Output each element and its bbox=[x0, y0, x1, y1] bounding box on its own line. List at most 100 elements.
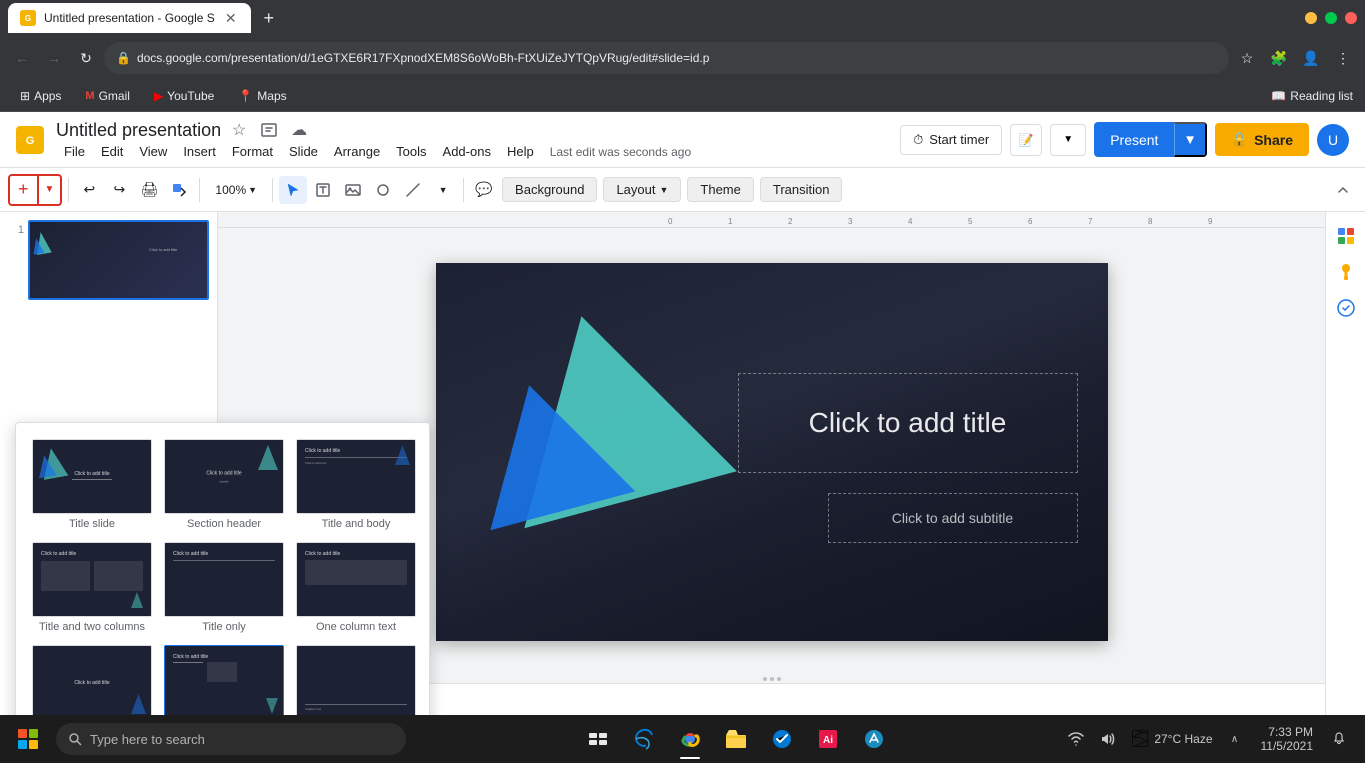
layout-thumb-caption[interactable]: Caption text bbox=[296, 645, 416, 720]
chevron-expand-icon[interactable]: ∧ bbox=[1221, 725, 1249, 753]
taskbar-app7-button[interactable] bbox=[852, 717, 896, 761]
menu-format[interactable]: Format bbox=[224, 142, 281, 161]
document-title[interactable]: Untitled presentation bbox=[56, 120, 221, 141]
extensions-button[interactable]: 🧩 bbox=[1265, 44, 1293, 72]
start-timer-button[interactable]: ⏱ Start timer bbox=[900, 125, 1002, 155]
slide-thumb-1[interactable]: Click to add title bbox=[28, 220, 209, 300]
undo-button[interactable]: ↩ bbox=[75, 176, 103, 204]
active-tab[interactable]: G Untitled presentation - Google S ✕ bbox=[8, 3, 251, 33]
layout-item-one-column[interactable]: Click to add title One column text bbox=[296, 542, 416, 633]
bookmark-apps[interactable]: ⊞ Apps bbox=[12, 85, 69, 107]
menu-help[interactable]: Help bbox=[499, 142, 542, 161]
taskbar-taskview-button[interactable] bbox=[576, 717, 620, 761]
close-button[interactable] bbox=[1345, 12, 1357, 24]
taskbar-edge-button[interactable] bbox=[622, 717, 666, 761]
taskbar-app5-button[interactable] bbox=[760, 717, 804, 761]
layout-thumb-section-title-desc[interactable]: Click to add title bbox=[164, 645, 284, 720]
profile-button[interactable]: 👤 bbox=[1297, 44, 1325, 72]
layout-thumb-title-only[interactable]: Click to add title bbox=[164, 542, 284, 617]
present-button[interactable]: Present bbox=[1094, 122, 1174, 157]
bookmark-gmail[interactable]: M Gmail bbox=[77, 85, 138, 107]
layout-item-two-columns[interactable]: Click to add title Title and two columns bbox=[32, 542, 152, 633]
cloud-save-button[interactable]: ☁ bbox=[287, 118, 311, 142]
slide-canvas[interactable]: Click to add title Click to add subtitle bbox=[436, 263, 1108, 641]
minimize-button[interactable] bbox=[1305, 12, 1317, 24]
start-button[interactable] bbox=[4, 715, 52, 763]
bookmark-maps[interactable]: 📍 Maps bbox=[230, 85, 294, 107]
forward-button[interactable]: → bbox=[40, 44, 68, 72]
keep-sidebar-button[interactable] bbox=[1330, 256, 1362, 288]
bookmark-button[interactable]: ☆ bbox=[1233, 44, 1261, 72]
explore-sidebar-button[interactable] bbox=[1330, 220, 1362, 252]
new-tab-button[interactable]: + bbox=[255, 4, 283, 32]
tasks-sidebar-button[interactable] bbox=[1330, 292, 1362, 324]
back-button[interactable]: ← bbox=[8, 44, 36, 72]
menu-file[interactable]: File bbox=[56, 142, 93, 161]
layout-item-title-only[interactable]: Click to add title Title only bbox=[164, 542, 284, 633]
menu-view[interactable]: View bbox=[131, 142, 175, 161]
speaker-notes-button[interactable]: 📝 bbox=[1010, 124, 1042, 156]
text-tool-button[interactable] bbox=[309, 176, 337, 204]
menu-arrange[interactable]: Arrange bbox=[326, 142, 388, 161]
bookmark-youtube[interactable]: ▶ YouTube bbox=[146, 85, 222, 107]
reading-list-button[interactable]: 📖 Reading list bbox=[1271, 89, 1353, 103]
background-button[interactable]: Background bbox=[502, 177, 597, 202]
taskbar-chrome-button[interactable] bbox=[668, 717, 712, 761]
layout-item-title-slide[interactable]: Click to add title Title slide bbox=[32, 439, 152, 530]
notification-button[interactable] bbox=[1325, 725, 1353, 753]
comment-button[interactable]: 💬 bbox=[470, 176, 498, 204]
slide-title-placeholder[interactable]: Click to add title bbox=[738, 373, 1078, 473]
share-button[interactable]: 🔒 Share bbox=[1215, 123, 1309, 156]
slide-subtitle-text[interactable]: Click to add subtitle bbox=[892, 510, 1013, 526]
layout-button[interactable]: Layout ▼ bbox=[603, 177, 681, 202]
address-bar[interactable]: 🔒 docs.google.com/presentation/d/1eGTXE6… bbox=[104, 42, 1229, 74]
network-icon[interactable] bbox=[1062, 725, 1090, 753]
layout-thumb-title-slide[interactable]: Click to add title bbox=[32, 439, 152, 514]
layout-thumb-one-column[interactable]: Click to add title bbox=[296, 542, 416, 617]
redo-button[interactable]: ↪ bbox=[105, 176, 133, 204]
image-tool-button[interactable] bbox=[339, 176, 367, 204]
layout-thumb-section-header[interactable]: Click to add title subtitle bbox=[164, 439, 284, 514]
transition-button[interactable]: Transition bbox=[760, 177, 843, 202]
more-options-button[interactable]: ▼ bbox=[1050, 124, 1086, 156]
taskbar-search-box[interactable]: Type here to search bbox=[56, 723, 406, 755]
slide-title-text[interactable]: Click to add title bbox=[809, 407, 1007, 439]
user-avatar[interactable]: U bbox=[1317, 124, 1349, 156]
taskbar-clock[interactable]: 7:33 PM 11/5/2021 bbox=[1253, 725, 1322, 753]
volume-icon[interactable] bbox=[1094, 725, 1122, 753]
paint-format-button[interactable] bbox=[165, 176, 193, 204]
move-to-drive-button[interactable] bbox=[257, 118, 281, 142]
layout-thumb-main-point[interactable]: Click to add title bbox=[32, 645, 152, 720]
weather-widget[interactable]: 🌫 27°C Haze bbox=[1126, 729, 1216, 749]
slide-thumbnails: 1 Click to add title bbox=[0, 212, 217, 312]
slide-subtitle-placeholder[interactable]: Click to add subtitle bbox=[828, 493, 1078, 543]
taskbar-explorer-button[interactable] bbox=[714, 717, 758, 761]
cursor-tool-button[interactable] bbox=[279, 176, 307, 204]
line-dropdown-button[interactable]: ▼ bbox=[429, 176, 457, 204]
line-tool-button[interactable] bbox=[399, 176, 427, 204]
more-button[interactable]: ⋮ bbox=[1329, 44, 1357, 72]
menu-slide[interactable]: Slide bbox=[281, 142, 326, 161]
menu-edit[interactable]: Edit bbox=[93, 142, 131, 161]
tab-close-button[interactable]: ✕ bbox=[223, 10, 239, 26]
layout-item-title-body[interactable]: Click to add title Click to add text Tit… bbox=[296, 439, 416, 530]
print-button[interactable]: 🖨 bbox=[135, 176, 163, 204]
maximize-button[interactable] bbox=[1325, 12, 1337, 24]
menu-tools[interactable]: Tools bbox=[388, 142, 434, 161]
shapes-tool-button[interactable] bbox=[369, 176, 397, 204]
toolbar-collapse-button[interactable] bbox=[1329, 176, 1357, 204]
present-dropdown-arrow[interactable]: ▼ bbox=[1174, 122, 1206, 157]
star-button[interactable]: ☆ bbox=[227, 118, 251, 142]
slide-thumbnail-1[interactable]: 1 Click to add title bbox=[8, 220, 209, 300]
layout-thumb-title-body[interactable]: Click to add title Click to add text bbox=[296, 439, 416, 514]
add-slide-button[interactable]: + ▼ bbox=[8, 174, 62, 206]
taskbar-app6-button[interactable]: Ai bbox=[806, 717, 850, 761]
layout-item-section-header[interactable]: Click to add title subtitle Section head… bbox=[164, 439, 284, 530]
zoom-control[interactable]: 100% ▼ bbox=[206, 178, 266, 202]
menu-addons[interactable]: Add-ons bbox=[435, 142, 499, 161]
refresh-button[interactable]: ↻ bbox=[72, 44, 100, 72]
theme-button[interactable]: Theme bbox=[687, 177, 753, 202]
svg-text:2: 2 bbox=[788, 217, 793, 226]
layout-thumb-two-columns[interactable]: Click to add title bbox=[32, 542, 152, 617]
menu-insert[interactable]: Insert bbox=[175, 142, 224, 161]
